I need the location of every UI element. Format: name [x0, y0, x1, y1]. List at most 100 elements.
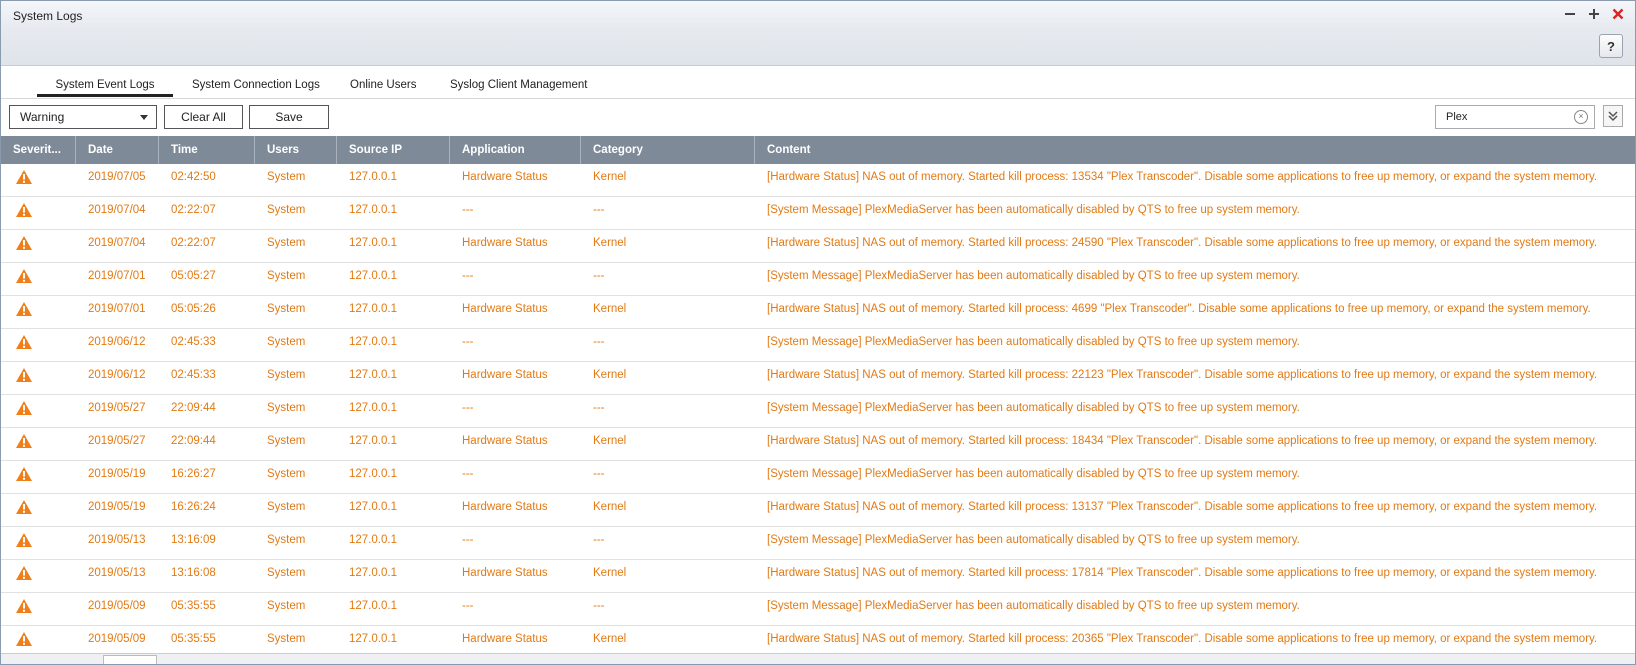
- severity-filter-select[interactable]: Warning: [9, 105, 157, 129]
- cell-content: [Hardware Status] NAS out of memory. Sta…: [767, 171, 1598, 183]
- table-row[interactable]: 2019/07/01 05:05:27 System 127.0.0.1 --- --- […: [1, 263, 1635, 296]
- cell-category: Kernel: [593, 633, 627, 645]
- cell-date: 2019/06/12: [88, 336, 146, 348]
- cell-category: ---: [593, 204, 605, 216]
- table-row[interactable]: 2019/05/09 05:35:55 System 127.0.0.1 Hardwar…: [1, 626, 1635, 654]
- cell-content: [System Message] PlexMediaServer has bee…: [767, 600, 1300, 612]
- cell-user: System: [267, 171, 306, 183]
- table-row[interactable]: 2019/05/27 22:09:44 System 127.0.0.1 --- --- […: [1, 395, 1635, 428]
- cell-user: System: [267, 435, 306, 447]
- cell-category: Kernel: [593, 171, 627, 183]
- system-logs-window: System Logs ? System Event Logs System C…: [0, 0, 1636, 665]
- cell-source-ip: 127.0.0.1: [349, 633, 397, 645]
- cell-time: 22:09:44: [171, 402, 216, 414]
- minimize-icon[interactable]: [1561, 5, 1579, 23]
- cell-time: 02:45:33: [171, 336, 216, 348]
- cell-category: ---: [593, 600, 605, 612]
- column-header-date[interactable]: Date: [76, 136, 159, 164]
- maximize-icon[interactable]: [1585, 5, 1603, 23]
- table-row[interactable]: 2019/05/19 16:26:24 System 127.0.0.1 Hardwar…: [1, 494, 1635, 527]
- cell-application: Hardware Status: [462, 171, 548, 183]
- cell-date: 2019/05/19: [88, 468, 146, 480]
- cell-content: [Hardware Status] NAS out of memory. Sta…: [767, 633, 1598, 645]
- tab-system-connection-logs[interactable]: System Connection Logs: [192, 79, 320, 91]
- page-number-input[interactable]: [103, 655, 157, 664]
- cell-user: System: [267, 468, 306, 480]
- save-button[interactable]: Save: [249, 105, 329, 129]
- column-header-severity[interactable]: Severit...: [1, 136, 76, 164]
- table-row[interactable]: 2019/07/05 02:42:50 System 127.0.0.1 Hardwar…: [1, 164, 1635, 197]
- search-input[interactable]: Plex ×: [1435, 105, 1595, 129]
- cell-source-ip: 127.0.0.1: [349, 402, 397, 414]
- tab-online-users[interactable]: Online Users: [350, 79, 416, 91]
- table-row[interactable]: 2019/06/12 02:45:33 System 127.0.0.1 --- --- […: [1, 329, 1635, 362]
- column-header-category[interactable]: Category: [581, 136, 755, 164]
- cell-source-ip: 127.0.0.1: [349, 600, 397, 612]
- tab-system-event-logs[interactable]: System Event Logs: [37, 79, 173, 97]
- tab-syslog-client-management[interactable]: Syslog Client Management: [450, 79, 587, 91]
- cell-content: [Hardware Status] NAS out of memory. Sta…: [767, 237, 1598, 249]
- clear-all-button[interactable]: Clear All: [164, 105, 243, 129]
- expand-filter-button[interactable]: [1603, 105, 1623, 127]
- table-row[interactable]: 2019/05/09 05:35:55 System 127.0.0.1 --- --- […: [1, 593, 1635, 626]
- cell-date: 2019/07/01: [88, 270, 146, 282]
- cell-source-ip: 127.0.0.1: [349, 237, 397, 249]
- table-row[interactable]: 2019/05/13 13:16:08 System 127.0.0.1 Hardwar…: [1, 560, 1635, 593]
- column-header-time[interactable]: Time: [159, 136, 255, 164]
- help-button[interactable]: ?: [1599, 34, 1623, 58]
- cell-content: [Hardware Status] NAS out of memory. Sta…: [767, 369, 1598, 381]
- cell-application: Hardware Status: [462, 369, 548, 381]
- cell-user: System: [267, 633, 306, 645]
- cell-date: 2019/05/09: [88, 600, 146, 612]
- cell-source-ip: 127.0.0.1: [349, 567, 397, 579]
- cell-time: 02:42:50: [171, 171, 216, 183]
- cell-application: ---: [462, 336, 474, 348]
- table-row[interactable]: 2019/05/13 13:16:09 System 127.0.0.1 --- --- […: [1, 527, 1635, 560]
- table-row[interactable]: 2019/05/27 22:09:44 System 127.0.0.1 Hardwar…: [1, 428, 1635, 461]
- cell-date: 2019/06/12: [88, 369, 146, 381]
- table-row[interactable]: 2019/05/19 16:26:27 System 127.0.0.1 --- --- […: [1, 461, 1635, 494]
- table-row[interactable]: 2019/07/04 02:22:07 System 127.0.0.1 --- --- […: [1, 197, 1635, 230]
- cell-content: [Hardware Status] NAS out of memory. Sta…: [767, 303, 1591, 315]
- cell-date: 2019/07/04: [88, 237, 146, 249]
- cell-category: ---: [593, 468, 605, 480]
- cell-time: 05:35:55: [171, 633, 216, 645]
- cell-source-ip: 127.0.0.1: [349, 336, 397, 348]
- cell-category: ---: [593, 336, 605, 348]
- column-header-source-ip[interactable]: Source IP: [337, 136, 450, 164]
- column-header-content[interactable]: Content: [755, 136, 1635, 164]
- window-title: System Logs: [13, 9, 83, 23]
- table-header: Severit... Date Time Users Source IP App…: [1, 136, 1635, 164]
- cell-application: ---: [462, 600, 474, 612]
- cell-time: 05:05:27: [171, 270, 216, 282]
- cell-date: 2019/07/05: [88, 171, 146, 183]
- cell-date: 2019/05/27: [88, 402, 146, 414]
- warning-icon: [15, 301, 33, 317]
- warning-icon: [15, 598, 33, 614]
- cell-application: Hardware Status: [462, 237, 548, 249]
- chevron-down-icon: [140, 115, 148, 120]
- toolbar: Warning Clear All Save Plex ×: [1, 99, 1635, 135]
- close-icon[interactable]: [1609, 5, 1627, 23]
- cell-date: 2019/05/09: [88, 633, 146, 645]
- cell-application: Hardware Status: [462, 303, 548, 315]
- table-row[interactable]: 2019/07/04 02:22:07 System 127.0.0.1 Hardwar…: [1, 230, 1635, 263]
- cell-content: [System Message] PlexMediaServer has bee…: [767, 402, 1300, 414]
- table-row[interactable]: 2019/07/01 05:05:26 System 127.0.0.1 Hardwar…: [1, 296, 1635, 329]
- cell-user: System: [267, 204, 306, 216]
- warning-icon: [15, 532, 33, 548]
- cell-date: 2019/07/04: [88, 204, 146, 216]
- table-row[interactable]: 2019/06/12 02:45:33 System 127.0.0.1 Hardwar…: [1, 362, 1635, 395]
- cell-date: 2019/05/13: [88, 534, 146, 546]
- column-header-users[interactable]: Users: [255, 136, 337, 164]
- cell-content: [Hardware Status] NAS out of memory. Sta…: [767, 435, 1598, 447]
- cell-source-ip: 127.0.0.1: [349, 534, 397, 546]
- column-header-application[interactable]: Application: [450, 136, 581, 164]
- warning-icon: [15, 202, 33, 218]
- cell-time: 22:09:44: [171, 435, 216, 447]
- cell-source-ip: 127.0.0.1: [349, 270, 397, 282]
- cell-date: 2019/05/13: [88, 567, 146, 579]
- title-bar: System Logs ?: [1, 1, 1635, 66]
- clear-search-icon[interactable]: ×: [1574, 110, 1588, 124]
- cell-application: ---: [462, 534, 474, 546]
